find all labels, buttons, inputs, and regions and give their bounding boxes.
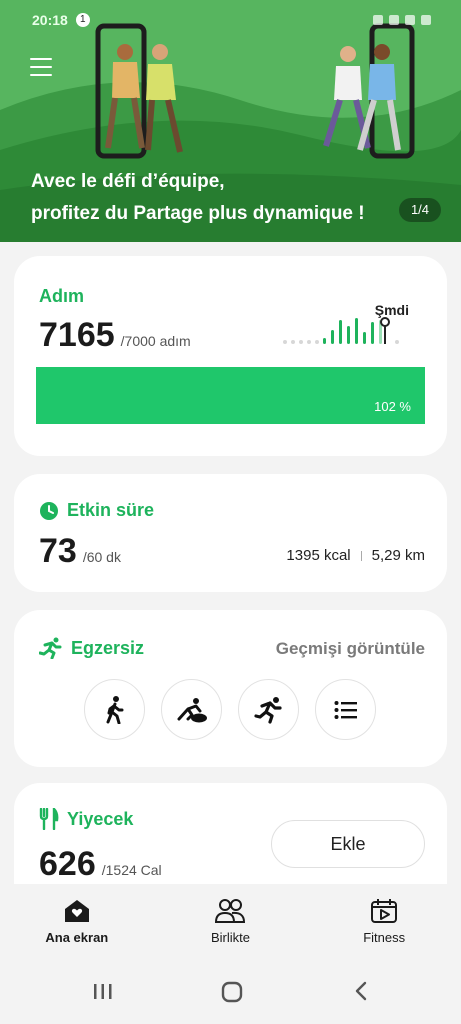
food-goal: /1524 Cal: [101, 862, 162, 878]
back-icon[interactable]: [350, 980, 372, 1002]
view-history-link[interactable]: Geçmişi görüntüle: [276, 639, 425, 659]
bottom-navigation: Ana ekran Birlikte Fitness: [0, 884, 461, 960]
home-heart-icon: [64, 900, 89, 922]
food-title: Yiyecek: [67, 808, 134, 829]
status-time: 20:18: [32, 12, 68, 28]
steps-goal: /7000 adım: [120, 333, 191, 349]
signal-icon: [405, 15, 415, 25]
active-time-minutes: 73: [39, 532, 77, 570]
active-time-title: Etkin süre: [67, 500, 155, 520]
promo-banner[interactable]: 20:18 1 Avec le défi d’équipe, profitez …: [0, 0, 461, 242]
nav-home-label: Ana ekran: [45, 930, 109, 945]
steps-title: Adım: [39, 286, 84, 306]
food-calories: 626: [39, 845, 96, 883]
hiking-button[interactable]: [161, 679, 222, 740]
nav-home[interactable]: Ana ekran: [7, 884, 147, 960]
active-time-title-row: Etkin süre: [39, 500, 154, 521]
steps-progress-label: 102 %: [374, 399, 411, 414]
exercise-list-button[interactable]: [315, 679, 376, 740]
home-button-icon[interactable]: [220, 980, 244, 1004]
active-time-stats: 1395 kcal 5,29 km: [286, 547, 425, 564]
list-icon: [334, 700, 357, 719]
active-time-card[interactable]: Etkin süre 73 /60 dk 1395 kcal 5,29 km: [14, 474, 447, 592]
food-title-row: Yiyecek: [39, 808, 133, 830]
fork-knife-icon: [39, 808, 59, 830]
active-time-goal: /60 dk: [82, 549, 121, 565]
recents-icon[interactable]: [92, 980, 114, 1002]
hourly-steps-mini-chart: [283, 317, 399, 344]
promo-headline: Avec le défi d’équipe, profitez du Parta…: [31, 166, 391, 230]
exercise-card[interactable]: Egzersiz Geçmişi görüntüle: [14, 610, 447, 767]
steps-value-row: 7165 /7000 adım: [39, 316, 191, 355]
calories-value: 1395 kcal: [286, 547, 351, 564]
exercise-title-row: Egzersiz: [39, 637, 144, 659]
video-calendar-icon: [371, 899, 398, 923]
hiking-icon: [177, 697, 207, 722]
clock-icon: [40, 501, 58, 520]
battery-icon: [421, 15, 431, 25]
running-icon: [39, 637, 62, 659]
menu-icon[interactable]: [30, 58, 52, 76]
walking-icon: [106, 695, 123, 724]
stats-divider: [360, 550, 362, 561]
distance-value: 5,29 km: [371, 547, 425, 564]
food-value-row: 626 /1524 Cal: [39, 845, 162, 884]
nav-fitness-label: Fitness: [363, 930, 406, 945]
running-button[interactable]: [238, 679, 299, 740]
steps-card[interactable]: Adım 7165 /7000 adım Şmdi 102 %: [14, 256, 447, 456]
promo-headline-line2: profitez du Partage plus dynamique !: [31, 203, 365, 224]
steps-progress-bar: 102 %: [36, 367, 425, 424]
walking-button[interactable]: [84, 679, 145, 740]
nav-together-label: Birlikte: [210, 930, 250, 945]
people-icon: [215, 899, 246, 923]
steps-progress-fill: [36, 367, 425, 424]
promo-headline-line1: Avec le défi d’équipe,: [31, 171, 225, 192]
add-food-button[interactable]: Ekle: [271, 820, 425, 868]
exercise-shortcuts: [84, 679, 376, 740]
status-bar: 20:18 1: [32, 10, 431, 30]
nav-fitness[interactable]: Fitness: [314, 884, 454, 960]
exercise-title: Egzersiz: [71, 637, 145, 658]
notification-badge: 1: [75, 13, 90, 27]
wifi-icon: [389, 15, 399, 25]
steps-count: 7165: [39, 316, 115, 354]
running-icon: [253, 696, 282, 724]
banner-page-counter: 1/4: [399, 198, 441, 222]
nav-together[interactable]: Birlikte: [160, 884, 300, 960]
active-time-value-row: 73 /60 dk: [39, 532, 121, 571]
mute-icon: [373, 15, 383, 25]
system-navigation-bar: [0, 960, 461, 1024]
